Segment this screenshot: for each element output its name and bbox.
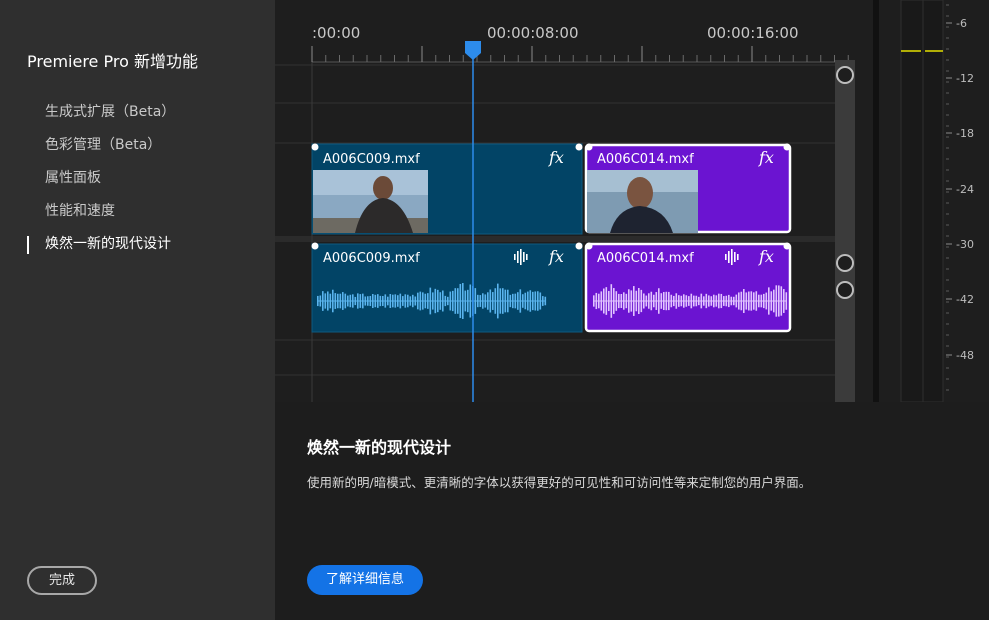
sidebar-item-properties-panel[interactable]: 属性面板 [27,166,175,199]
video-clip-2-name: A006C014.mxf [597,152,694,167]
sidebar-item-generative-extend[interactable]: 生成式扩展（Beta） [27,100,175,133]
fx-icon: fx [548,148,564,167]
audio-clip-1-name: A006C009.mxf [323,251,420,266]
video-clip-a006c014[interactable]: A006C014.mxf fx [584,143,792,234]
video-clip-1-name: A006C009.mxf [323,152,420,167]
meter-db-label: -24 [956,183,974,196]
audio-meter [900,0,944,402]
sidebar-title: Premiere Pro 新增功能 [27,52,198,71]
sidebar-item-modern-design[interactable]: 焕然一新的现代设计 [27,232,175,265]
audio-clip-a006c014[interactable]: A006C014.mxf fx [584,242,792,333]
meter-db-label: -6 [956,17,967,30]
video-thumbnail [587,170,698,233]
sidebar: Premiere Pro 新增功能 生成式扩展（Beta） 色彩管理（Beta）… [0,0,275,620]
timeline-scrollbar[interactable] [835,60,855,402]
sidebar-item-color-management[interactable]: 色彩管理（Beta） [27,133,175,166]
meter-db-label: -12 [956,72,974,85]
video-clip-a006c009[interactable]: A006C009.mxf fx [311,143,583,235]
meter-db-label: -48 [956,349,974,362]
feature-title: 焕然一新的现代设计 [307,438,452,457]
scroll-handle-mid[interactable] [836,254,854,272]
timecode-0: :00:00 [312,24,360,42]
sidebar-nav: 生成式扩展（Beta） 色彩管理（Beta） 属性面板 性能和速度 焕然一新的现… [27,100,175,265]
meter-db-label: -18 [956,127,974,140]
fx-icon: fx [548,247,564,266]
video-thumbnail [313,170,428,233]
timeline-preview: :00:00 00:00:08:00 00:00:16:00 -6 -12 -18 -… [275,0,989,402]
timecode-16s: 00:00:16:00 [707,24,799,42]
done-button[interactable]: 完成 [27,566,97,595]
sidebar-item-performance[interactable]: 性能和速度 [27,199,175,232]
scroll-handle-top[interactable] [836,66,854,84]
meter-db-label: -42 [956,293,974,306]
track-divider [275,236,835,242]
fx-icon: fx [758,148,774,167]
feature-detail: 焕然一新的现代设计 使用新的明/暗模式、更清晰的字体以获得更好的可见性和可访问性… [275,402,989,620]
meter-db-label: -30 [956,238,974,251]
feature-description: 使用新的明/暗模式、更清晰的字体以获得更好的可见性和可访问性等来定制您的用户界面… [307,475,812,490]
fx-icon: fx [758,247,774,266]
audio-clip-2-name: A006C014.mxf [597,251,694,266]
scroll-handle-low[interactable] [836,281,854,299]
timeline-illustration: :00:00 00:00:08:00 00:00:16:00 -6 -12 -18 -… [275,0,989,402]
audio-clip-a006c009[interactable]: A006C009.mxf fx [311,243,583,333]
timecode-8s: 00:00:08:00 [487,24,579,42]
learn-more-button[interactable]: 了解详细信息 [307,565,423,595]
